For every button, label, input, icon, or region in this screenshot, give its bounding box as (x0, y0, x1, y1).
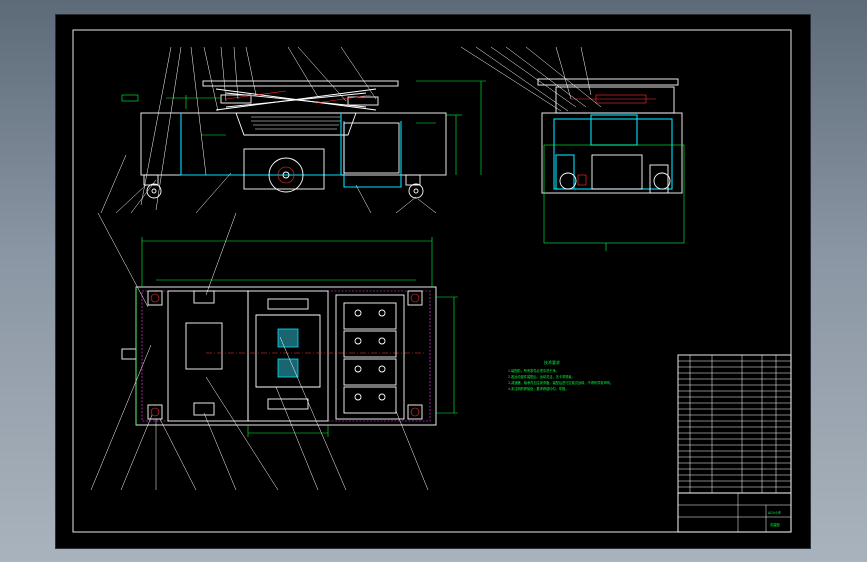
side-platform (537, 78, 679, 86)
suspension-block (235, 112, 357, 136)
scissor-arms (215, 88, 379, 111)
front-leaders (100, 46, 437, 214)
front-view (100, 46, 486, 214)
side-dimensions (543, 144, 685, 251)
side-motor (591, 154, 643, 190)
side-view (460, 46, 685, 251)
chassis-body (140, 112, 447, 176)
front-dimensions (166, 80, 486, 175)
cad-drawing-viewport[interactable]: 技术要求 1.装配前，所有零件必须清洗干净。 2.各运动部件装配后，运动灵活，无… (56, 15, 810, 548)
title-block: AGV小车 总装图 (677, 492, 792, 533)
top-view (90, 212, 458, 491)
side-lift-cylinder (571, 94, 656, 104)
tech-req-title: 技术要求 (544, 359, 560, 365)
assembly-drawing: 技术要求 1.装配前，所有零件必须清洗干净。 2.各运动部件装配后，运动灵活，无… (72, 29, 792, 533)
caster-right (405, 174, 424, 199)
side-chassis (541, 112, 683, 194)
drive-motor-b (277, 358, 299, 378)
top-view-body (135, 286, 437, 426)
lift-platform (202, 80, 399, 87)
tech-req-line-4: 4.未注明的焊接处，要求焊缝均匀、牢固。 (508, 386, 568, 391)
part-tag (121, 94, 139, 102)
technical-requirements: 技术要求 1.装配前，所有零件必须清洗干净。 2.各运动部件装配后，运动灵活，无… (508, 359, 613, 391)
tech-req-line-1: 1.装配前，所有零件必须清洗干净。 (508, 368, 559, 373)
suspension-hatch (251, 116, 341, 130)
title-drawing-name: AGV小车 (768, 510, 781, 515)
tech-req-line-3: 3.减速器、轴承内加注润滑脂，装配后进行空载试运转，不得有异常声响。 (508, 380, 613, 385)
battery-box (343, 122, 400, 174)
top-leaders (90, 212, 429, 491)
title-drawing-number: 总装图 (770, 522, 780, 527)
drive-motor-a (277, 328, 299, 348)
parts-list-table (677, 354, 792, 533)
battery-cells (343, 302, 397, 414)
tech-req-line-2: 2.各运动部件装配后，运动灵活，无卡滞现象。 (508, 374, 575, 379)
